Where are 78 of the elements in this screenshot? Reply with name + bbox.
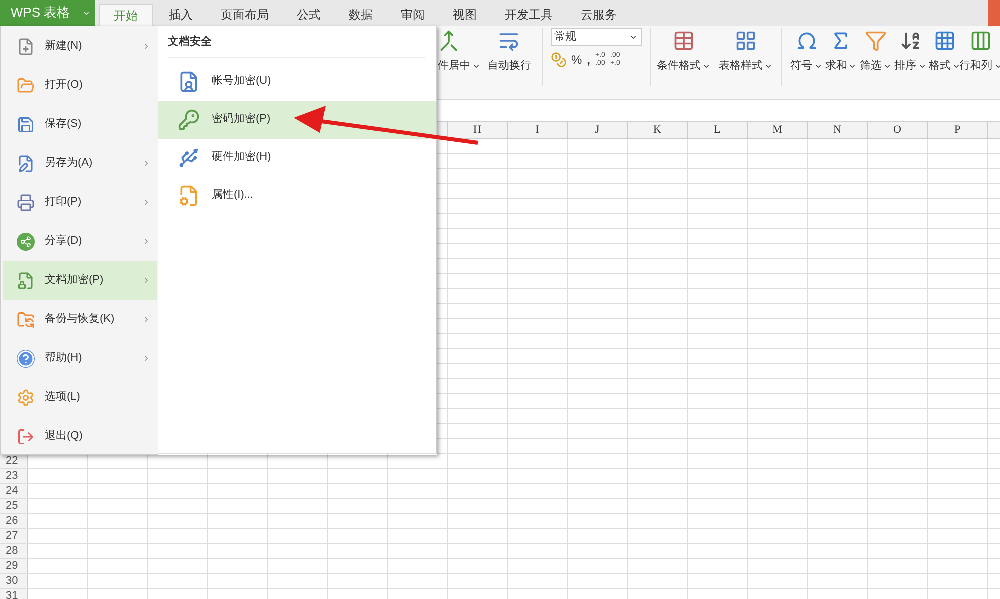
row-header[interactable]: 24 [0, 484, 28, 498]
ribbon-tab[interactable]: 数据 [337, 4, 385, 26]
table-style-icon [734, 30, 757, 52]
menu-item[interactable]: 新建(N) [3, 27, 157, 66]
row-header[interactable]: 31 [0, 589, 28, 599]
submenu-heading: 文档安全 [168, 34, 426, 58]
row-header[interactable]: 29 [0, 559, 28, 573]
menu-item[interactable]: 选项(L) [3, 378, 157, 417]
usb-key-icon [178, 146, 200, 168]
ribbon-button[interactable]: 条件格式 [658, 28, 709, 99]
help-icon [17, 350, 35, 368]
row-header[interactable]: 22 [0, 454, 28, 468]
menu-item[interactable]: 备份与恢复(K) [3, 300, 157, 339]
menu-item[interactable]: 另存为(A) [3, 144, 157, 183]
ribbon-button[interactable]: 表格样式 [718, 28, 773, 99]
row-header[interactable]: 23 [0, 469, 28, 483]
share-icon [17, 232, 35, 250]
ribbon-button[interactable]: 件居中 [438, 28, 481, 99]
submenu-item[interactable]: 帐号加密(U) [158, 62, 436, 100]
ribbon-tab[interactable]: 页面布局 [209, 4, 281, 26]
format-icon [934, 30, 956, 52]
ribbon-button[interactable]: 筛选 [859, 28, 893, 99]
new-file-icon [17, 38, 35, 56]
omega-icon [796, 30, 818, 52]
ribbon-tab[interactable]: 视图 [441, 4, 489, 26]
column-header[interactable]: L [688, 122, 748, 138]
menu-item[interactable]: 退出(Q) [3, 417, 157, 456]
currency-icon[interactable] [550, 52, 566, 68]
menu-item[interactable]: 保存(S) [3, 105, 157, 144]
comma-button[interactable]: , [587, 51, 591, 69]
ribbon-button[interactable]: 符号 [790, 28, 824, 99]
exit-icon [17, 428, 35, 446]
filter-icon [864, 30, 887, 52]
folder-icon [17, 76, 35, 94]
column-header[interactable]: K [628, 122, 688, 138]
backup-folder-icon [17, 310, 35, 328]
printer-icon [17, 194, 35, 212]
menu-item[interactable]: 打开(O) [3, 66, 157, 105]
row-header[interactable]: 26 [0, 514, 28, 528]
number-format-dropdown[interactable]: 常规 [550, 28, 642, 46]
properties-icon [178, 184, 200, 206]
row-header[interactable]: 27 [0, 529, 28, 543]
submenu-item[interactable]: 硬件加密(H) [158, 138, 436, 176]
submenu-item[interactable]: 密码加密(P) [158, 100, 436, 138]
ribbon-tab[interactable]: 开发工具 [493, 4, 565, 26]
column-header[interactable]: P [928, 122, 988, 138]
ribbon-button[interactable]: 自动换行 [485, 28, 534, 99]
save-icon [17, 116, 35, 134]
ribbon-button[interactable]: 求和 [824, 28, 858, 99]
submenu-item[interactable]: 属性(I)... [158, 176, 436, 214]
row-header[interactable]: 28 [0, 544, 28, 558]
ribbon-tab[interactable]: 公式 [285, 4, 333, 26]
column-header[interactable]: H [448, 122, 508, 138]
ribbon-tab[interactable]: 插入 [157, 4, 205, 26]
column-header[interactable]: M [748, 122, 808, 138]
menu-item[interactable]: 分享(D) [3, 222, 157, 261]
ribbon-tab[interactable]: 审阅 [389, 4, 437, 26]
row-header[interactable]: 30 [0, 574, 28, 588]
column-header[interactable]: J [568, 122, 628, 138]
column-header[interactable]: N [808, 122, 868, 138]
ribbon-tab[interactable]: 开始 [99, 4, 153, 26]
row-header[interactable]: 25 [0, 499, 28, 513]
percent-button[interactable]: % [572, 51, 582, 69]
column-header[interactable]: O [868, 122, 928, 138]
sort-icon [900, 30, 922, 52]
user-document-icon [178, 70, 200, 92]
menu-item[interactable]: 文档加密(P) [3, 261, 157, 300]
lock-document-icon [17, 272, 35, 290]
rows-columns-icon [970, 30, 992, 52]
ribbon-button[interactable]: 排序 [894, 28, 928, 99]
menu-item[interactable]: 帮助(H) [3, 339, 157, 378]
ribbon-tab[interactable]: 云服务 [569, 4, 629, 26]
menu-item[interactable]: 打印(P) [3, 183, 157, 222]
merge-cells-icon [438, 30, 460, 52]
settings-icon [17, 388, 35, 406]
column-header[interactable]: I [508, 122, 568, 138]
save-as-icon [17, 154, 35, 172]
conditional-format-icon [672, 30, 695, 52]
